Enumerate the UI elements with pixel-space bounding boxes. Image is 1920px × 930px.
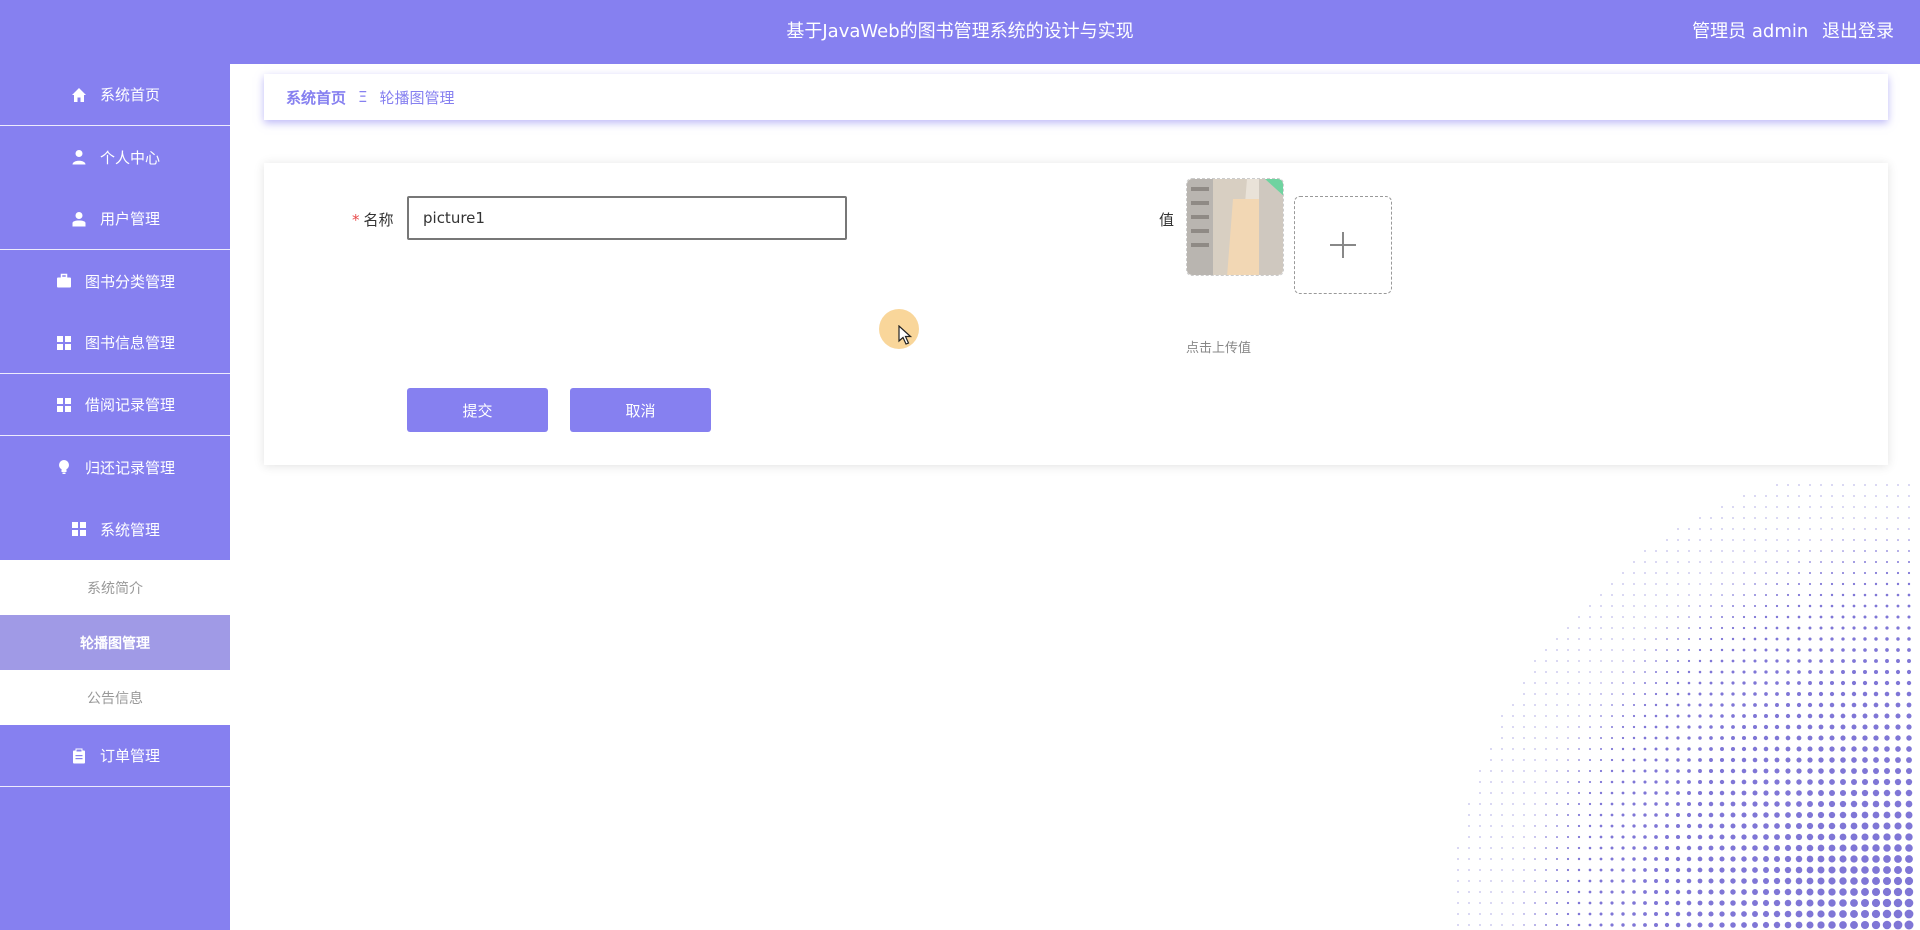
sidebar-item-label: 归还记录管理 [84, 458, 175, 477]
sidebar-item-label: 个人中心 [99, 148, 160, 167]
carousel-form-card: *名称 值 点击上传值 提交 取消 [264, 163, 1888, 465]
lightbulb-icon [55, 458, 73, 476]
sidebar-item-label: 订单管理 [99, 747, 160, 765]
sidebar-item-label: 用户管理 [99, 210, 160, 228]
breadcrumb-home[interactable]: 系统首页 [286, 87, 346, 108]
user-tie-icon [70, 210, 88, 228]
plus-icon [1330, 232, 1356, 258]
clipboard-icon [70, 747, 88, 765]
grid-icon [70, 520, 88, 538]
value-field-label: 值 [1159, 211, 1175, 229]
submenu-item-announcements[interactable]: 公告信息 [0, 670, 230, 725]
sidebar-item-book-category[interactable]: 图书分类管理 [0, 250, 230, 312]
sidebar: 系统首页 个人中心 用户管理 图书分类管理 图书信息管理 借阅记录管理 归还记录… [0, 64, 230, 930]
grid-icon [55, 334, 73, 352]
app-title: 基于JavaWeb的图书管理系统的设计与实现 [786, 21, 1134, 42]
sidebar-item-home[interactable]: 系统首页 [0, 64, 230, 126]
sidebar-item-label: 借阅记录管理 [84, 396, 175, 414]
name-label-text: 名称 [363, 211, 394, 229]
user-label: 管理员 admin [1692, 21, 1809, 42]
sidebar-item-borrow-records[interactable]: 借阅记录管理 [0, 374, 230, 436]
sidebar-item-return-records[interactable]: 归还记录管理 [0, 436, 230, 498]
briefcase-icon [55, 272, 73, 290]
submenu-item-system-intro[interactable]: 系统简介 [0, 560, 230, 615]
sidebar-item-system-management[interactable]: 系统管理 [0, 498, 230, 560]
sidebar-item-label: 图书分类管理 [84, 272, 175, 291]
grid-icon [55, 396, 73, 414]
uploaded-image-thumbnail[interactable] [1186, 178, 1284, 276]
top-header: 基于JavaWeb的图书管理系统的设计与实现 管理员 admin 退出登录 [0, 0, 1920, 64]
home-icon [70, 86, 88, 104]
upload-hint: 点击上传值 [1186, 341, 1252, 356]
breadcrumb-separator: Ξ [358, 88, 368, 106]
breadcrumb: 系统首页 Ξ 轮播图管理 [264, 74, 1888, 120]
sidebar-item-label: 系统首页 [99, 86, 160, 104]
user-box: 管理员 admin 退出登录 [1684, 0, 1894, 64]
mouse-cursor-icon [898, 325, 912, 345]
breadcrumb-current: 轮播图管理 [379, 88, 455, 107]
decorative-halftone-pattern [1457, 484, 1914, 930]
sidebar-item-users[interactable]: 用户管理 [0, 188, 230, 250]
sidebar-item-label: 图书信息管理 [84, 334, 175, 352]
name-input[interactable] [407, 196, 847, 240]
sidebar-item-book-info[interactable]: 图书信息管理 [0, 312, 230, 374]
user-icon [70, 148, 88, 166]
sidebar-item-label: 系统管理 [99, 520, 160, 539]
sidebar-item-profile[interactable]: 个人中心 [0, 126, 230, 188]
submit-button[interactable]: 提交 [407, 388, 548, 432]
submenu-item-carousel-management[interactable]: 轮播图管理 [0, 615, 230, 670]
name-field-label: * 名称 [352, 209, 394, 230]
upload-image-button[interactable] [1294, 196, 1392, 294]
required-mark: * [352, 211, 360, 229]
logout-link[interactable]: 退出登录 [1822, 21, 1894, 42]
sidebar-item-orders[interactable]: 订单管理 [0, 725, 230, 787]
cancel-button[interactable]: 取消 [570, 388, 711, 432]
